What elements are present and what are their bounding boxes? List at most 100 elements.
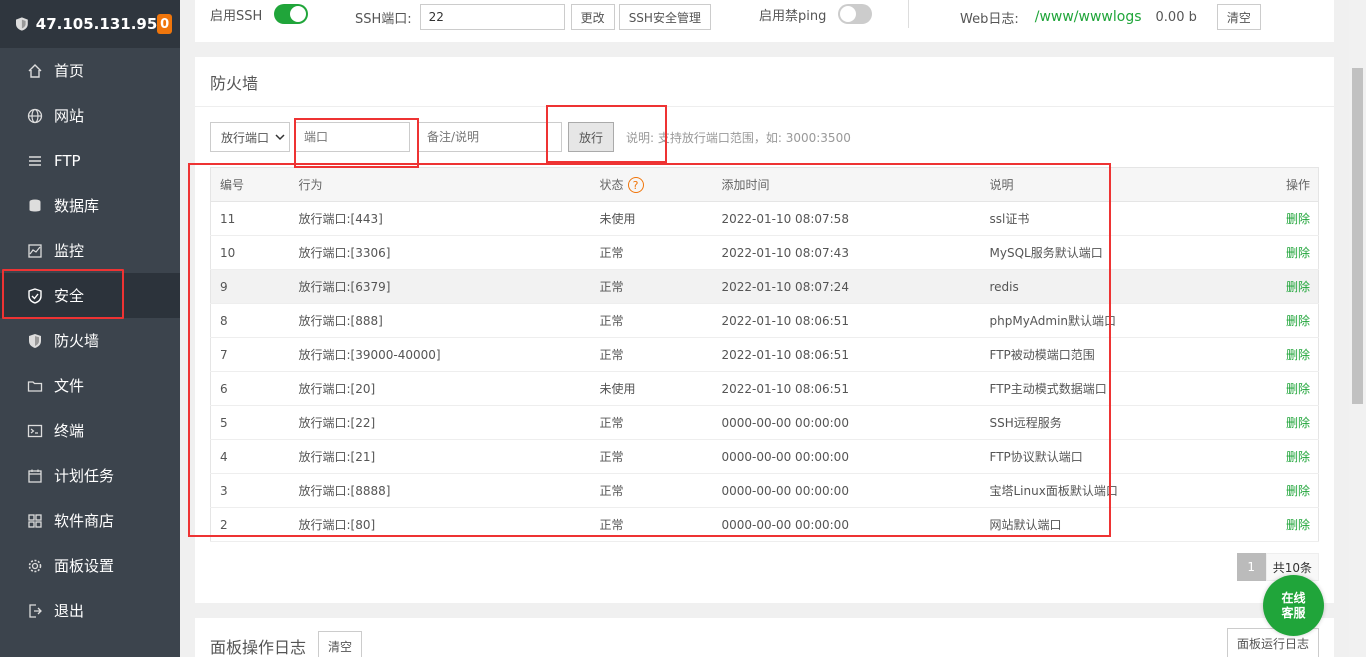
col-op: 操作 (1259, 167, 1319, 202)
cell-status: 正常 (599, 405, 722, 440)
cell-op: 删除 (1259, 371, 1319, 406)
sidebar-item-label: 面板设置 (54, 557, 115, 575)
sidebar-item-8[interactable]: 终端 (0, 408, 180, 453)
cell-time: 2022-01-10 08:07:43 (721, 235, 990, 270)
delete-rule-link[interactable]: 删除 (1286, 484, 1310, 498)
folder-icon (27, 380, 43, 392)
cell-note: MySQL服务默认端口 (989, 235, 1260, 270)
firewall-panel: 防火墙 放行端口 放行 说明: 支持放行端口范围，如: 3000:3500 编号… (188, 57, 1334, 603)
sidebar-item-10[interactable]: 软件商店 (0, 498, 180, 543)
port-input[interactable] (295, 122, 410, 152)
delete-rule-link[interactable]: 删除 (1286, 382, 1310, 396)
sidebar-item-label: 网站 (54, 107, 85, 125)
cell-status: 正常 (599, 507, 722, 542)
col-note: 说明 (989, 167, 1260, 202)
cell-status: 正常 (599, 439, 722, 474)
cell-status: 未使用 (599, 371, 722, 406)
cell-action: 放行端口:[80] (298, 507, 600, 542)
cell-time: 2022-01-10 08:06:51 (721, 371, 990, 406)
firewall-title: 防火墙 (195, 57, 1334, 107)
change-port-button[interactable]: 更改 (570, 4, 615, 30)
cell-time: 2022-01-10 08:07:24 (721, 269, 990, 304)
cell-time: 0000-00-00 00:00:00 (721, 405, 990, 440)
calendar-icon (28, 469, 42, 483)
ssh-toggle[interactable] (274, 4, 309, 24)
cell-status: 正常 (599, 235, 722, 270)
weblog-clear-button[interactable]: 清空 (1216, 4, 1261, 30)
sidebar-item-0[interactable]: 首页 (0, 48, 180, 93)
col-status: 状态? (599, 167, 722, 202)
online-support-button[interactable]: 在线 客服 (1263, 575, 1324, 636)
log-clear-button[interactable]: 清空 (318, 631, 363, 657)
cell-status: 正常 (599, 473, 722, 508)
server-logo-icon (16, 17, 28, 31)
scrollbar-thumb[interactable] (1352, 68, 1363, 404)
cell-id: 8 (210, 303, 299, 338)
rule-type-select[interactable]: 放行端口 (210, 122, 290, 152)
cell-time: 0000-00-00 00:00:00 (721, 507, 990, 542)
sidebar-item-4[interactable]: 监控 (0, 228, 180, 273)
pagination: 1 共10条 (1236, 553, 1319, 581)
ssh-manage-button[interactable]: SSH安全管理 (618, 4, 711, 30)
col-id: 编号 (210, 167, 299, 202)
terminal-icon (27, 424, 43, 437)
sidebar-item-7[interactable]: 文件 (0, 363, 180, 408)
cell-status: 正常 (599, 337, 722, 372)
cell-op: 删除 (1259, 405, 1319, 440)
ssh-port-input[interactable] (419, 4, 565, 30)
sidebar-item-11[interactable]: 面板设置 (0, 543, 180, 588)
cell-id: 9 (210, 269, 299, 304)
cell-id: 3 (210, 473, 299, 508)
ping-toggle[interactable] (838, 4, 873, 24)
divider (908, 0, 909, 28)
delete-rule-link[interactable]: 删除 (1286, 416, 1310, 430)
sidebar-item-5[interactable]: 安全 (0, 269, 180, 319)
allow-port-button[interactable]: 放行 (568, 122, 614, 152)
sidebar-item-3[interactable]: 数据库 (0, 183, 180, 228)
table-row: 3 放行端口:[8888] 正常 0000-00-00 00:00:00 宝塔Linux… (210, 473, 1319, 508)
server-header: 47.105.131.95 0 (0, 0, 180, 48)
monitor-icon (28, 243, 42, 258)
sidebar-item-6[interactable]: 防火墙 (0, 318, 180, 363)
help-icon[interactable]: ? (627, 177, 644, 194)
sidebar-item-1[interactable]: 网站 (0, 93, 180, 138)
table-row: 5 放行端口:[22] 正常 0000-00-00 00:00:00 SSH远程服务 删除 (210, 405, 1319, 440)
weblog-path-link[interactable]: /www/wwwlogs (1035, 9, 1142, 25)
sidebar-item-label: 软件商店 (54, 512, 115, 530)
sidebar-item-9[interactable]: 计划任务 (0, 453, 180, 498)
page-current[interactable]: 1 (1236, 553, 1266, 581)
page-scrollbar[interactable] (1349, 0, 1366, 657)
sidebar-item-label: 监控 (54, 242, 85, 260)
table-row: 11 放行端口:[443] 未使用 2022-01-10 08:07:58 ssl证书 删… (210, 201, 1319, 236)
cell-action: 放行端口:[22] (298, 405, 600, 440)
sidebar-item-label: 计划任务 (54, 467, 115, 485)
panel-log-title: 面板操作日志 (210, 638, 307, 657)
cell-op: 删除 (1259, 235, 1319, 270)
delete-rule-link[interactable]: 删除 (1286, 348, 1310, 362)
note-input[interactable] (418, 122, 562, 152)
sidebar-item-label: 退出 (54, 602, 85, 620)
chat-line2: 客服 (1281, 605, 1306, 620)
ping-label: 启用禁ping (759, 8, 827, 24)
sidebar-item-2[interactable]: FTP (0, 138, 180, 183)
delete-rule-link[interactable]: 删除 (1286, 450, 1310, 464)
delete-rule-link[interactable]: 删除 (1286, 246, 1310, 260)
delete-rule-link[interactable]: 删除 (1286, 212, 1310, 226)
cell-op: 删除 (1259, 303, 1319, 338)
table-row: 10 放行端口:[3306] 正常 2022-01-10 08:07:43 MySQL服… (210, 235, 1319, 270)
cell-note: 网站默认端口 (989, 507, 1260, 542)
delete-rule-link[interactable]: 删除 (1286, 280, 1310, 294)
cell-time: 2022-01-10 08:07:58 (721, 201, 990, 236)
cell-op: 删除 (1259, 507, 1319, 542)
notification-badge[interactable]: 0 (157, 14, 172, 34)
server-ip: 47.105.131.95 (35, 15, 158, 33)
cell-status: 正常 (599, 269, 722, 304)
delete-rule-link[interactable]: 删除 (1286, 314, 1310, 328)
delete-rule-link[interactable]: 删除 (1286, 518, 1310, 532)
cell-time: 0000-00-00 00:00:00 (721, 473, 990, 508)
sidebar-item-12[interactable]: 退出 (0, 588, 180, 633)
ssh-port-label: SSH端口: (355, 11, 412, 27)
cell-op: 删除 (1259, 269, 1319, 304)
cell-action: 放行端口:[21] (298, 439, 600, 474)
table-row: 8 放行端口:[888] 正常 2022-01-10 08:06:51 phpMyAdm… (210, 303, 1319, 338)
